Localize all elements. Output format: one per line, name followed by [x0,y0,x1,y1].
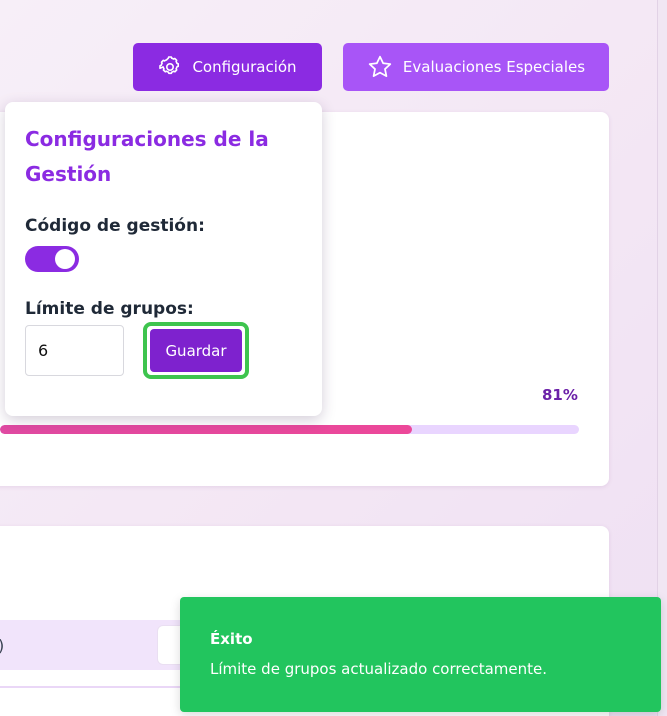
row-partial-text: ) [0,636,4,655]
management-code-label: Código de gestión: [25,216,205,236]
group-limit-label: Límite de grupos: [25,299,194,319]
management-code-toggle[interactable] [25,246,79,272]
special-evaluations-button-label: Evaluaciones Especiales [402,58,586,76]
progress-percent: 81% [542,386,578,404]
progress-bar-fill [0,425,412,434]
configuration-button[interactable]: Configuración [133,43,322,91]
toggle-knob [55,249,75,269]
group-limit-input[interactable] [25,325,124,376]
save-button-highlight: Guardar [143,322,249,379]
success-toast[interactable]: Éxito Límite de grupos actualizado corre… [180,597,661,712]
gear-icon [158,55,182,79]
save-button[interactable]: Guardar [150,329,242,372]
special-evaluations-button[interactable]: Evaluaciones Especiales [343,43,609,91]
popover-title: Configuraciones de la Gestión [25,127,269,186]
progress-bar [0,425,579,434]
configuration-button-label: Configuración [192,58,297,76]
star-icon [367,54,393,80]
toast-title: Éxito [210,630,253,648]
toast-message: Límite de grupos actualizado correctamen… [210,660,548,678]
